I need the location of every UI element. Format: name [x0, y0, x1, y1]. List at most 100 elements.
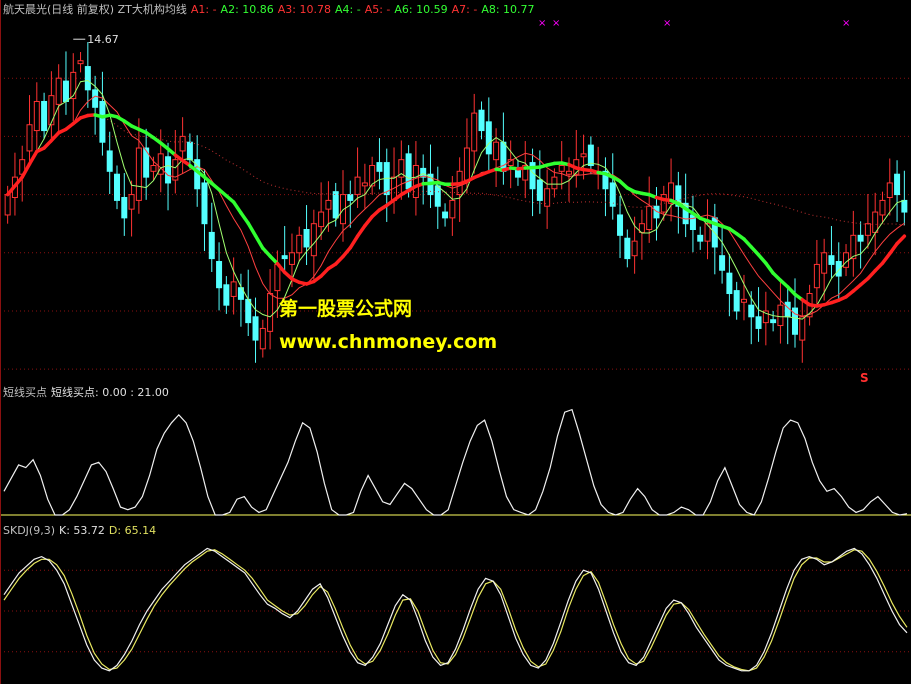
- ma-short-thin-green: [7, 79, 905, 320]
- candle-up: [449, 199, 456, 219]
- candle-down: [500, 141, 507, 172]
- candle-up: [631, 240, 638, 257]
- trend-ma-segment: [253, 233, 265, 250]
- candle-down: [857, 234, 864, 242]
- trend-ma-segment: [895, 234, 907, 246]
- skdj-d-value: D: 65.14: [108, 524, 157, 537]
- candle-up: [33, 100, 40, 132]
- price-chart-pane[interactable]: 14.67 × × × × S 航天晨光(日线 前复权) ZT大机构均线 A1: - A2: …: [0, 0, 911, 383]
- trend-ma-segment: [363, 214, 374, 228]
- signal-marker-x: ×: [552, 18, 560, 29]
- buy-point-chart[interactable]: [0, 383, 911, 521]
- price-chart[interactable]: 14.67 × × × × S: [0, 0, 911, 383]
- candle-up: [821, 252, 828, 274]
- candle-up: [850, 234, 857, 260]
- ma-value-6: A6: 10.59: [394, 3, 448, 16]
- candle-down: [697, 234, 704, 242]
- high-price-label: 14.67: [87, 33, 119, 46]
- ma-value-2: A2: 10.86: [220, 3, 274, 16]
- candle-down: [186, 141, 193, 161]
- candle-up: [310, 223, 317, 257]
- candle-down: [121, 197, 128, 219]
- candle-up: [48, 95, 55, 126]
- stock-title: 航天晨光(日线 前复权) ZT大机构均线: [3, 3, 187, 16]
- candle-down: [434, 185, 441, 207]
- ma-value-3: A3: 10.78: [277, 3, 331, 16]
- candle-down: [347, 194, 354, 201]
- candle-down: [41, 100, 48, 132]
- candle-up: [354, 176, 361, 196]
- ma-value-5: A5: -: [364, 3, 391, 16]
- candle-down: [748, 304, 755, 318]
- trend-ma-segment: [764, 261, 775, 275]
- candle-down: [114, 173, 120, 201]
- candle-down: [485, 121, 492, 155]
- candle-down: [624, 237, 631, 260]
- candle-down: [536, 179, 543, 201]
- candle-up: [471, 112, 478, 152]
- buy-signal-line: [3, 408, 908, 516]
- candle-down: [223, 284, 230, 306]
- candle-down: [478, 109, 485, 132]
- buy-point-pane[interactable]: 短线买点 短线买点: 0.00 : 21.00: [0, 383, 911, 521]
- trend-ma-segment: [880, 251, 892, 265]
- candle-down: [405, 153, 412, 190]
- candle-down: [92, 89, 99, 108]
- candle-up: [879, 199, 886, 216]
- candle-down: [143, 147, 150, 178]
- candle-down: [84, 66, 91, 91]
- signal-marker-x: ×: [538, 18, 546, 29]
- watermark-title: 第一股票公式网: [279, 298, 413, 320]
- ma-value-8: A8: 10.77: [481, 3, 535, 16]
- candle-up: [230, 281, 237, 297]
- candle-up: [325, 199, 332, 210]
- candle-down: [303, 229, 310, 248]
- candle-up: [872, 211, 879, 233]
- candle-down: [733, 290, 740, 312]
- candle-down: [770, 319, 777, 324]
- candle-up: [179, 135, 186, 152]
- skdj-k-value: K: 53.72: [59, 524, 105, 537]
- candle-down: [332, 191, 339, 219]
- candle-up: [55, 77, 62, 105]
- candle-up: [128, 194, 135, 210]
- skdj-pane[interactable]: SKDJ(9,3) K: 53.72 D: 65.14: [0, 521, 911, 684]
- ma-value-1: A1: -: [190, 3, 217, 16]
- skdj-d-line: [3, 549, 908, 672]
- candle-down: [828, 255, 835, 265]
- candle-up: [318, 211, 325, 228]
- candle-down: [587, 144, 594, 166]
- signal-marker-x: ×: [663, 18, 671, 29]
- candle-down: [208, 231, 215, 260]
- candle-up: [4, 194, 11, 216]
- candle-down: [901, 199, 908, 213]
- candle-up: [288, 252, 295, 265]
- candle-down: [216, 261, 223, 289]
- candle-up: [566, 170, 572, 175]
- skdj-header: SKDJ(9,3) K: 53.72 D: 65.14: [3, 524, 160, 537]
- trend-ma-segment: [27, 149, 39, 166]
- candle-up: [740, 298, 747, 303]
- candle-up: [463, 147, 470, 181]
- candle-down: [376, 162, 383, 172]
- candle-up: [26, 124, 33, 152]
- candle-down: [201, 182, 208, 225]
- candle-up: [135, 147, 142, 201]
- ma-value-4: A4: -: [334, 3, 361, 16]
- candle-up: [813, 263, 820, 289]
- skdj-k-line: [3, 547, 908, 672]
- candle-down: [245, 298, 252, 324]
- candle-up: [558, 164, 565, 172]
- candle-up: [660, 194, 667, 213]
- candle-up: [361, 182, 368, 187]
- candle-down: [106, 150, 113, 172]
- candle-down: [165, 156, 172, 184]
- candle-up: [77, 60, 84, 65]
- candle-up: [580, 153, 587, 158]
- skdj-chart[interactable]: [0, 521, 911, 684]
- candle-up: [551, 176, 558, 190]
- candle-up: [799, 316, 806, 341]
- candle-down: [755, 316, 762, 329]
- candle-up: [493, 141, 500, 161]
- candle-up: [259, 327, 266, 350]
